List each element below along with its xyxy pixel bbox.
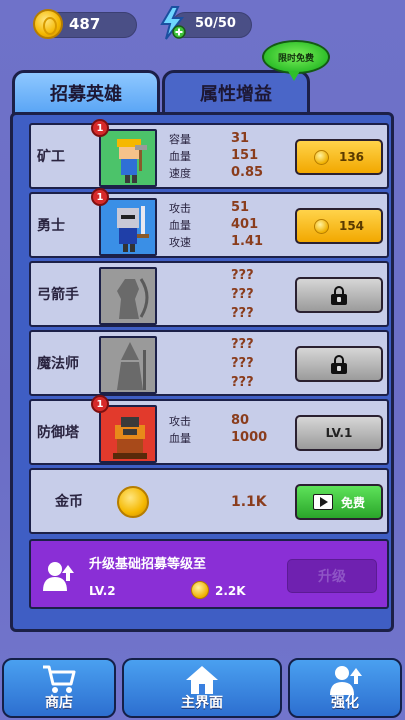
lock-icon <box>331 286 347 305</box>
unknown-stat: ??? <box>231 268 254 283</box>
lock-icon <box>331 355 347 374</box>
coin-icon <box>191 581 209 599</box>
status-bar: 487 50/50 <box>0 0 405 50</box>
archer-silhouette <box>99 267 157 325</box>
upgrade-target-level: LV.2 <box>89 584 116 598</box>
price-label: 154 <box>338 219 365 233</box>
recruit-warrior-button[interactable]: 154 <box>295 208 383 244</box>
tower-level-button[interactable]: LV.1 <box>295 415 383 451</box>
coin-icon <box>33 9 63 39</box>
stat-label: 攻击 <box>169 415 191 428</box>
hero-name: 弓箭手 <box>37 287 79 303</box>
locked-mage-button[interactable] <box>295 346 383 382</box>
unknown-stat: ??? <box>231 287 254 302</box>
tab-recruit-heroes[interactable]: 招募英雄 <box>12 70 160 116</box>
locked-archer-button[interactable] <box>295 277 383 313</box>
upgrade-cost: 2.2K <box>215 584 246 598</box>
mage-silhouette <box>99 336 157 394</box>
ribbon-badge-icon: 1 <box>91 188 109 210</box>
stat-label: 速度 <box>169 167 191 180</box>
hero-name: 防御塔 <box>37 425 79 441</box>
lightning-plus-icon <box>160 6 186 40</box>
nav-label: 强化 <box>331 695 359 711</box>
stat-label: 血量 <box>169 219 191 232</box>
stat-value: 151 <box>231 148 259 163</box>
upgrade-recruit-level-row: 升级基础招募等级至 LV.2 2.2K 升级 <box>29 539 389 609</box>
nav-power-up-button[interactable]: 强化 <box>288 658 402 718</box>
stat-label: 攻击 <box>169 202 191 215</box>
recruit-panel: 矿工 1 容量 血量 速度 31 151 0.85 136 勇士 1 攻击 血量… <box>10 112 394 632</box>
nav-shop-button[interactable]: 商店 <box>2 658 116 718</box>
nav-label: 商店 <box>45 695 73 711</box>
hero-name: 矿工 <box>37 149 65 165</box>
stat-value: 80 <box>231 413 250 428</box>
coin-icon <box>313 149 329 165</box>
stat-value: 0.85 <box>231 165 264 180</box>
hero-name: 魔法师 <box>37 356 79 372</box>
price-label: 136 <box>338 150 365 164</box>
upgrade-button[interactable]: 升级 <box>287 559 377 593</box>
stat-label: 攻速 <box>169 236 191 249</box>
unknown-stat: ??? <box>231 375 254 390</box>
stat-value: 1000 <box>231 430 268 445</box>
free-gold-row: 金币 1.1K 免费 <box>29 468 389 534</box>
unknown-stat: ??? <box>231 337 254 352</box>
hero-row-archer: 弓箭手 ??? ??? ??? <box>29 261 389 327</box>
energy-count: 50/50 <box>195 16 236 31</box>
stat-value: 401 <box>231 217 259 232</box>
hero-row-defense-tower: 防御塔 1 攻击 血量 80 1000 LV.1 <box>29 395 389 465</box>
hero-row-mage: 魔法师 ??? ??? ??? <box>29 330 389 396</box>
hero-row-warrior: 勇士 1 攻击 血量 攻速 51 401 1.41 154 <box>29 188 389 258</box>
stat-value: 51 <box>231 200 250 215</box>
stat-label: 容量 <box>169 133 191 146</box>
stat-value: 31 <box>231 131 250 146</box>
gold-amount: 1.1K <box>231 494 267 510</box>
hero-name: 勇士 <box>37 218 65 234</box>
ribbon-badge-icon: 1 <box>91 119 109 141</box>
unknown-stat: ??? <box>231 306 254 321</box>
limited-free-badge: 限时免费 <box>262 40 330 81</box>
unknown-stat: ??? <box>231 356 254 371</box>
coin-icon <box>117 486 149 518</box>
user-upgrade-icon <box>43 562 74 591</box>
nav-label: 主界面 <box>181 695 223 711</box>
watch-video-free-button[interactable]: 免费 <box>295 484 383 520</box>
gold-label: 金币 <box>55 494 83 510</box>
free-label: 免费 <box>340 495 365 510</box>
nav-main-button[interactable]: 主界面 <box>122 658 282 718</box>
hero-row-miner: 矿工 1 容量 血量 速度 31 151 0.85 136 <box>29 119 389 189</box>
upgrade-title: 升级基础招募等级至 <box>89 557 207 572</box>
stat-value: 1.41 <box>231 234 264 249</box>
stat-label: 血量 <box>169 432 191 445</box>
video-play-icon <box>312 494 333 510</box>
coin-icon <box>313 218 329 234</box>
stat-label: 血量 <box>169 150 191 163</box>
recruit-miner-button[interactable]: 136 <box>295 139 383 175</box>
coin-count: 487 <box>69 15 101 33</box>
ribbon-badge-icon: 1 <box>91 395 109 417</box>
